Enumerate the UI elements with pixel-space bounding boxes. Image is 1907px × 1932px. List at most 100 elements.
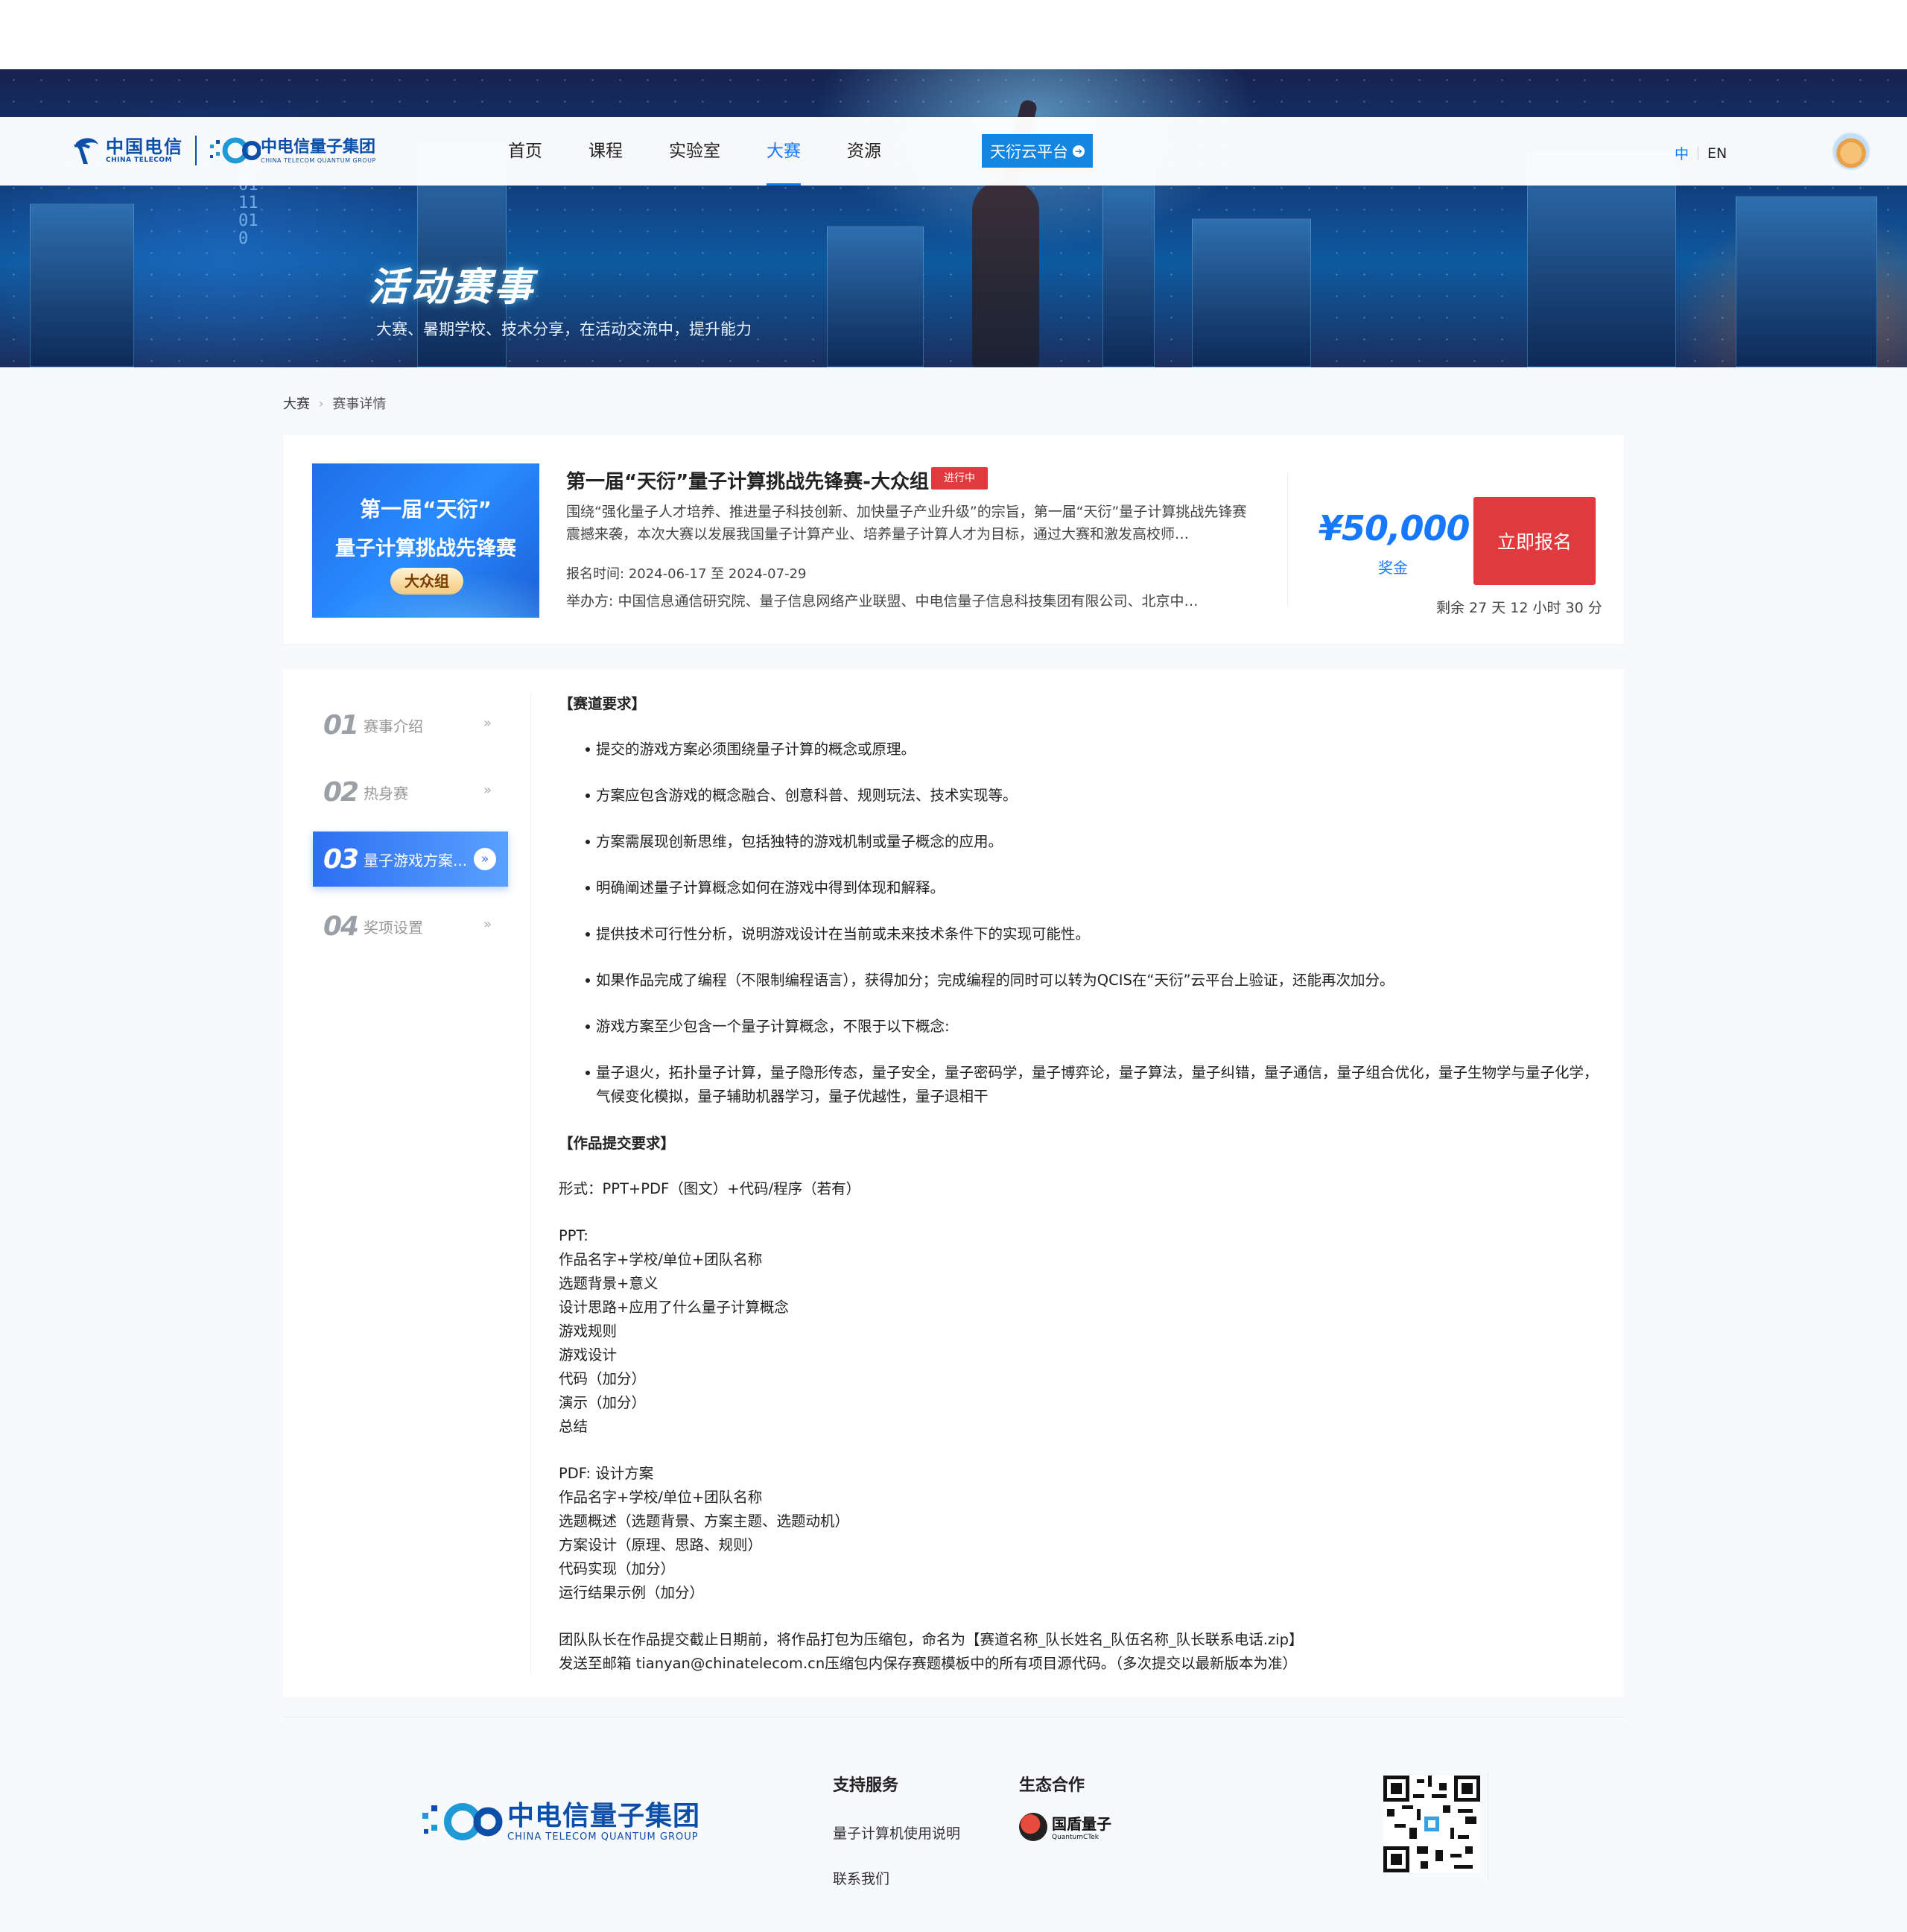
- partner-name: 国盾量子: [1052, 1815, 1111, 1833]
- partner-logo[interactable]: 国盾量子 QuantumCTek: [1019, 1812, 1111, 1841]
- track-requirements-heading: 【赛道要求】: [559, 695, 647, 712]
- double-chevron-right-icon: »: [483, 782, 492, 798]
- ppt-line: PPT:: [559, 1227, 588, 1244]
- competition-thumbnail: 第一届“天衍” 量子计算挑战先锋赛 大众组: [312, 463, 539, 618]
- hero-banner: 010111010 活动赛事 大赛、暑期学校、技术分享，在活动交流中，提升能力: [0, 69, 1907, 367]
- sidebar-item-awards[interactable]: 04 奖项设置 »: [313, 899, 508, 954]
- breadcrumb-root[interactable]: 大赛: [283, 393, 310, 413]
- remaining-time: 剩余 27 天 12 小时 30 分: [1436, 600, 1602, 616]
- sidebar-item-label: 热身赛: [364, 784, 408, 802]
- section-sidebar: 01 赛事介绍 » 02 热身赛 » 03 量子游戏方案... » 04 奖项设…: [313, 697, 508, 966]
- page: 010111010 活动赛事 大赛、暑期学校、技术分享，在活动交流中，提升能力 …: [0, 0, 1907, 1932]
- competition-description: 围绕“强化量子人才培养、推进量子科技创新、加快量子产业升级”的宗旨，第一届“天衍…: [566, 504, 1247, 542]
- organizer-label: 举办方:: [566, 593, 614, 609]
- nav-lab[interactable]: 实验室: [669, 117, 720, 186]
- detail-panel: 01 赛事介绍 » 02 热身赛 » 03 量子游戏方案... » 04 奖项设…: [283, 669, 1624, 1697]
- sidebar-item-label: 奖项设置: [364, 918, 423, 937]
- signup-button[interactable]: 立即报名: [1473, 497, 1596, 585]
- logo-q-en: CHINA TELECOM QUANTUM GROUP: [261, 156, 376, 164]
- section-content: 【赛道要求】 提交的游戏方案必须围绕量子计算的概念或原理。 方案应包含游戏的概念…: [559, 691, 1602, 1676]
- ppt-line: 总结: [559, 1418, 588, 1435]
- track-requirements-list: 提交的游戏方案必须围绕量子计算的概念或原理。 方案应包含游戏的概念融合、创意科普…: [559, 738, 1602, 1109]
- user-avatar[interactable]: [1832, 132, 1870, 171]
- format-line: 形式：PPT+PDF（图文）+代码/程序（若有）: [559, 1180, 861, 1197]
- footer-support-title: 支持服务: [833, 1776, 899, 1795]
- lang-zh[interactable]: 中: [1675, 143, 1689, 163]
- signup-time: 报名时间: 2024-06-17 至 2024-07-29: [566, 563, 806, 583]
- ppt-line: 选题背景+意义: [559, 1275, 659, 1292]
- banner-building: [1102, 181, 1155, 367]
- chevron-right-icon: ›: [319, 396, 324, 411]
- nav-courses[interactable]: 课程: [588, 117, 623, 186]
- list-item: 游戏方案至少包含一个量子计算概念，不限于以下概念:: [559, 1015, 1602, 1039]
- footer-link-contact[interactable]: 联系我们: [833, 1868, 960, 1888]
- footer-link-manual[interactable]: 量子计算机使用说明: [833, 1822, 960, 1843]
- footer-logo-name: 中电信量子集团: [507, 1800, 701, 1831]
- logo-ct-name: 中国电信: [106, 136, 183, 157]
- pdf-line: 运行结果示例（加分）: [559, 1584, 705, 1601]
- ppt-line: 作品名字+学校/单位+团队名称: [559, 1251, 763, 1268]
- ppt-line: 设计思路+应用了什么量子计算概念: [559, 1299, 789, 1316]
- sidebar-item-intro[interactable]: 01 赛事介绍 »: [313, 697, 508, 753]
- sidebar-item-game-proposal[interactable]: 03 量子游戏方案... »: [313, 832, 508, 887]
- footer-support-column: 支持服务 量子计算机使用说明 联系我们: [833, 1772, 960, 1888]
- cloud-button-label: 天衍云平台: [990, 142, 1068, 161]
- status-badge: 进行中: [931, 467, 988, 490]
- sidebar-item-warmup[interactable]: 02 热身赛 »: [313, 764, 508, 820]
- sidebar-item-number: 02: [323, 776, 359, 808]
- nav-resources[interactable]: 资源: [847, 117, 881, 186]
- partner-logo-text: 国盾量子 QuantumCTek: [1052, 1812, 1111, 1841]
- external-link-icon: ➔: [1073, 145, 1085, 157]
- nav-home[interactable]: 首页: [508, 117, 542, 186]
- competition-title: 第一届“天衍”量子计算挑战先锋赛-大众组: [566, 471, 929, 493]
- double-chevron-right-icon: »: [483, 715, 492, 731]
- sidebar-item-number: 04: [323, 910, 359, 942]
- language-switcher: 中 EN: [1675, 143, 1727, 163]
- thumb-line2: 量子计算挑战先锋赛: [335, 537, 516, 560]
- china-telecom-logo-text: 中国电信 CHINA TELECOM: [106, 137, 183, 164]
- list-item: 方案应包含游戏的概念融合、创意科普、规则玩法、技术实现等。: [559, 784, 1602, 808]
- ppt-line: 游戏规则: [559, 1323, 618, 1340]
- site-logo[interactable]: 中国电信 CHINA TELECOM 中电信量子集团 CHINA TELECOM…: [73, 132, 376, 169]
- ppt-line: 演示（加分）: [559, 1394, 647, 1411]
- top-whitespace: [0, 0, 1907, 69]
- signup-time-label: 报名时间:: [566, 566, 625, 582]
- sidebar-item-label: 赛事介绍: [364, 717, 423, 735]
- footer-eco-column: 生态合作: [1019, 1772, 1085, 1796]
- breadcrumb: 大赛 › 赛事详情: [283, 393, 386, 413]
- ppt-line: 代码（加分）: [559, 1370, 647, 1387]
- list-item: 如果作品完成了编程（不限制编程语言），获得加分；完成编程的同时可以转为QCIS在…: [559, 969, 1602, 992]
- submission-heading: 【作品提交要求】: [559, 1135, 676, 1152]
- ppt-line: 游戏设计: [559, 1346, 618, 1364]
- list-item: 量子退火，拓扑量子计算，量子隐形传态，量子安全，量子密码学，量子博弈论，量子算法…: [559, 1061, 1602, 1109]
- pdf-line: PDF: 设计方案: [559, 1465, 654, 1482]
- nav-competition[interactable]: 大赛: [767, 117, 801, 186]
- organizer-value: 中国信息通信研究院、量子信息网络产业联盟、中电信量子信息科技集团有限公司、北京中…: [618, 593, 1199, 609]
- list-item: 提交的游戏方案必须围绕量子计算的概念或原理。: [559, 738, 1602, 761]
- prize-label: 奖金: [1378, 559, 1408, 577]
- organizer: 举办方: 中国信息通信研究院、量子信息网络产业联盟、中电信量子信息科技集团有限公…: [566, 590, 1259, 610]
- quantum-group-logo-icon: [421, 1799, 503, 1844]
- partner-en: QuantumCTek: [1052, 1834, 1100, 1841]
- china-telecom-logo-icon: [73, 136, 101, 165]
- banner-title: 活动赛事: [369, 265, 536, 310]
- thumb-line1: 第一届“天衍”: [360, 497, 492, 522]
- banner-building: [1192, 218, 1311, 367]
- competition-card: 第一届“天衍” 量子计算挑战先锋赛 大众组 第一届“天衍”量子计算挑战先锋赛-大…: [283, 435, 1624, 644]
- banner-building: [827, 226, 924, 367]
- lang-en[interactable]: EN: [1707, 145, 1727, 162]
- footer-logo: 中电信量子集团 CHINA TELECOM QUANTUM GROUP: [421, 1799, 700, 1844]
- quantum-group-logo-icon: [209, 136, 261, 165]
- banner-figure: [972, 181, 1039, 367]
- double-chevron-right-icon: »: [474, 848, 496, 870]
- final-line: 发送至邮箱 tianyan@chinatelecom.cn压缩包内保存赛题模板中…: [559, 1655, 1297, 1672]
- pdf-line: 作品名字+学校/单位+团队名称: [559, 1489, 763, 1506]
- quantumctek-logo-icon: [1019, 1812, 1047, 1841]
- sidebar-item-label: 量子游戏方案...: [364, 851, 468, 870]
- prize-amount: ¥50,000: [1319, 508, 1470, 548]
- banner-building: [1736, 196, 1877, 367]
- tianyan-cloud-button[interactable]: 天衍云平台 ➔: [982, 134, 1093, 168]
